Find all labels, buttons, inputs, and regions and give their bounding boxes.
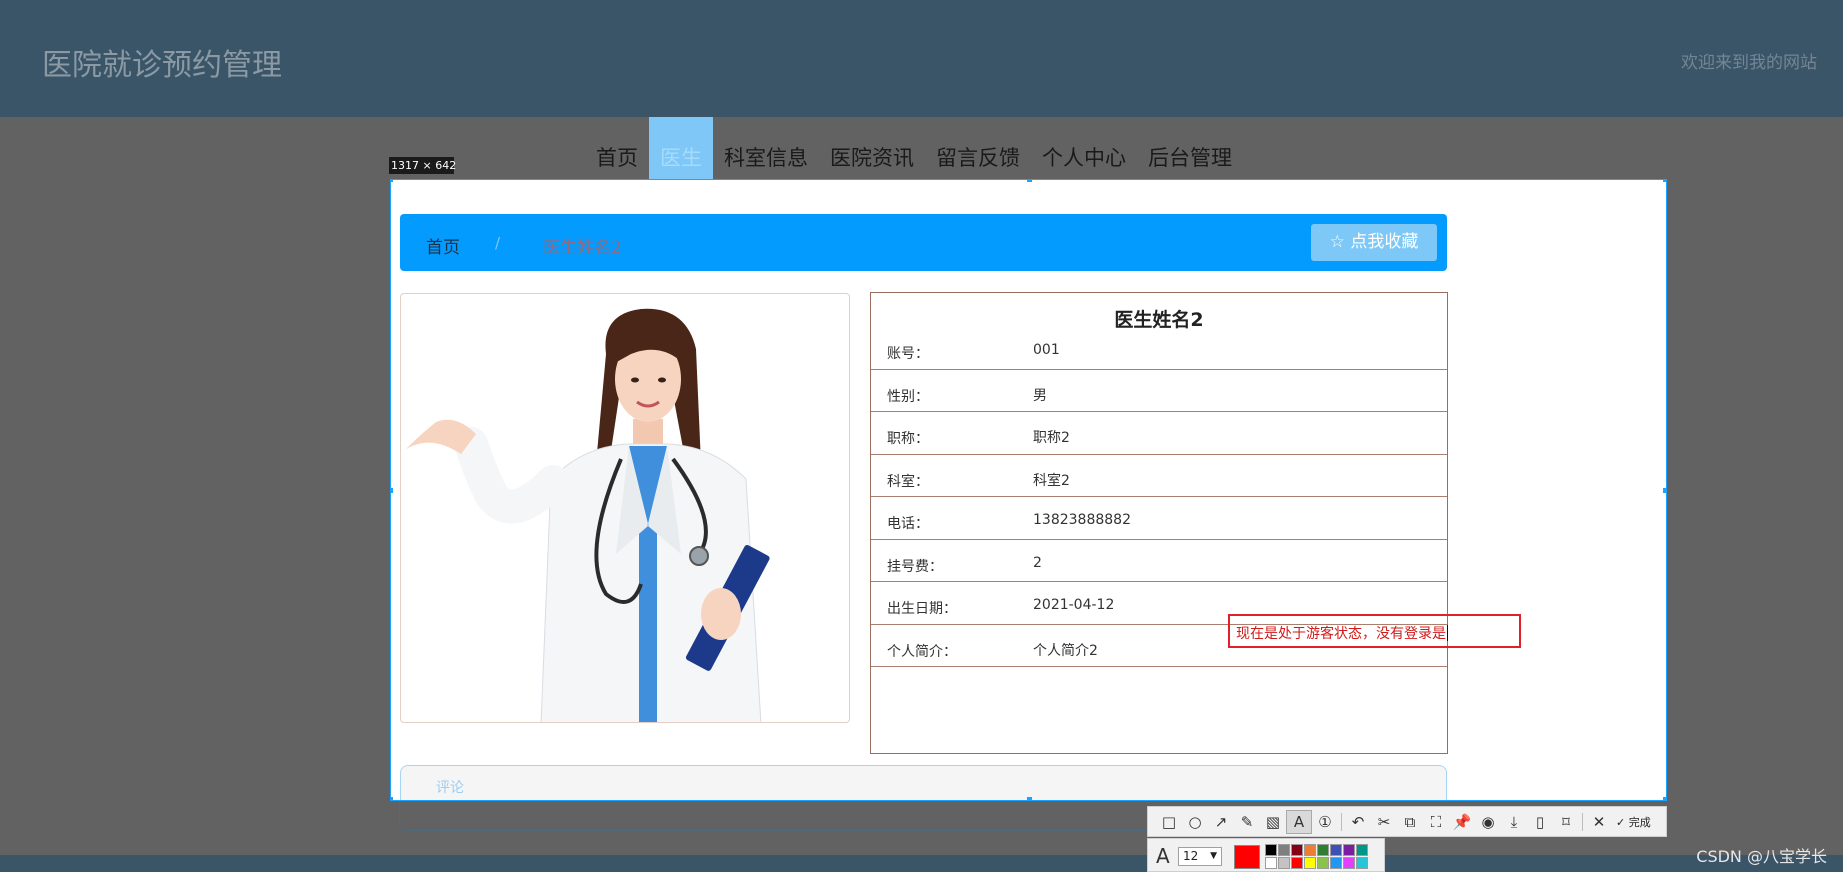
color-swatch[interactable]	[1278, 844, 1290, 856]
color-swatch[interactable]	[1291, 857, 1303, 869]
resize-handle-bottom-left[interactable]	[391, 797, 393, 800]
resize-handle-top-left[interactable]	[391, 180, 393, 182]
color-swatch[interactable]	[1343, 844, 1355, 856]
color-swatch[interactable]	[1304, 857, 1316, 869]
color-swatch[interactable]	[1304, 844, 1316, 856]
color-swatch[interactable]	[1343, 857, 1355, 869]
long-screenshot-icon[interactable]: ⛶	[1423, 810, 1449, 834]
breadcrumb-current: 医生姓名2	[543, 238, 622, 258]
favorite-button[interactable]: ☆ 点我收藏	[1311, 224, 1437, 261]
rectangle-icon[interactable]: □	[1156, 810, 1182, 834]
info-value: 职称2	[1033, 430, 1070, 446]
screenshot-toolbar: □ ○ ↗ ✎ ▧ A ① ↶ ✂ ⧉ ⛶ 📌 ◉ ⤓ ▯ ⌑ ✕ ✓ 完成	[1147, 806, 1667, 837]
info-row: 职称： 职称2	[871, 412, 1447, 455]
info-label: 电话：	[887, 516, 929, 532]
color-swatch[interactable]	[1265, 857, 1277, 869]
breadcrumb: 首页 / 医生姓名2 ☆ 点我收藏	[400, 214, 1447, 271]
info-row: 账号： 001	[871, 327, 1447, 370]
text-caret	[1447, 625, 1448, 641]
info-value: 2	[1033, 554, 1042, 571]
info-value: 2021-04-12	[1033, 597, 1115, 613]
done-button[interactable]: ✓ 完成	[1616, 810, 1651, 834]
color-swatch[interactable]	[1278, 857, 1290, 869]
color-swatch[interactable]	[1356, 844, 1368, 856]
comments-label: 评论	[436, 780, 464, 796]
resize-handle-top[interactable]	[1027, 180, 1032, 182]
cut-icon[interactable]: ✂	[1371, 810, 1397, 834]
site-header: 医院就诊预约管理 欢迎来到我的网站	[0, 0, 1843, 117]
color-swatch[interactable]	[1330, 857, 1342, 869]
font-size-select[interactable]: 12 ▼	[1178, 847, 1222, 866]
font-icon: A	[1156, 844, 1170, 868]
info-row: 电话： 13823888882	[871, 497, 1447, 540]
close-icon[interactable]: ✕	[1586, 810, 1612, 834]
doctor-photo	[400, 293, 850, 723]
chevron-down-icon: ▼	[1210, 851, 1217, 861]
color-swatch[interactable]	[1265, 844, 1277, 856]
toolbar-separator	[1341, 812, 1342, 831]
resize-handle-left[interactable]	[391, 488, 393, 493]
ocr-icon[interactable]: ⧉	[1397, 810, 1423, 834]
doctor-illustration	[406, 308, 770, 722]
color-swatch[interactable]	[1291, 844, 1303, 856]
breadcrumb-separator: /	[495, 234, 501, 252]
info-label: 个人简介：	[887, 643, 957, 660]
pen-icon[interactable]: ✎	[1234, 810, 1260, 834]
color-palette	[1265, 844, 1368, 869]
undo-icon[interactable]: ↶	[1345, 810, 1371, 834]
info-value: 001	[1033, 342, 1060, 358]
current-color-swatch[interactable]	[1234, 845, 1260, 869]
comments-section: 评论	[400, 765, 1447, 800]
site-title: 医院就诊预约管理	[42, 48, 282, 83]
text-annotation-box[interactable]: 现在是处于游客状态，没有登录是	[1228, 614, 1521, 648]
color-swatch[interactable]	[1356, 857, 1368, 869]
watermark: CSDN @八宝学长	[1696, 847, 1827, 866]
info-label: 科室：	[887, 473, 929, 490]
text-style-toolbar: A 12 ▼	[1147, 838, 1385, 872]
info-row: 科室： 科室2	[871, 455, 1447, 497]
mosaic-icon[interactable]: ▧	[1260, 810, 1286, 834]
resize-handle-bottom-right[interactable]	[1663, 797, 1666, 800]
text-icon[interactable]: A	[1286, 809, 1312, 834]
info-label: 职称：	[887, 431, 929, 447]
bookmark-icon[interactable]: ⌑	[1553, 810, 1579, 834]
doctor-info-panel: 医生姓名2 账号： 001 性别：男职称： 职称2 科室： 科室2 电话： 138238888…	[870, 292, 1448, 754]
info-value: 男	[1033, 387, 1047, 404]
download-icon[interactable]: ⤓	[1501, 810, 1527, 834]
color-swatch[interactable]	[1317, 857, 1329, 869]
info-row: 挂号费： 2	[871, 540, 1447, 582]
info-value: 个人简介2	[1033, 642, 1098, 659]
info-value: 科室2	[1033, 472, 1070, 489]
capture-region[interactable]: 首页 / 医生姓名2 ☆ 点我收藏 医生姓名2 账号： 001 性别： 男 职称…	[390, 179, 1667, 801]
breadcrumb-home-link[interactable]: 首页	[426, 233, 460, 258]
info-row: 性别： 男	[871, 370, 1447, 412]
pin-icon[interactable]: 📌	[1449, 810, 1475, 834]
color-swatch[interactable]	[1317, 844, 1329, 856]
info-label: 性别：	[887, 388, 929, 405]
arrow-icon[interactable]: ↗	[1208, 810, 1234, 834]
annotation-text[interactable]: 现在是处于游客状态，没有登录是	[1236, 623, 1448, 643]
ellipse-icon[interactable]: ○	[1182, 810, 1208, 834]
record-icon[interactable]: ◉	[1475, 810, 1501, 834]
number-icon[interactable]: ①	[1312, 810, 1338, 834]
welcome-text: 欢迎来到我的网站	[1681, 53, 1817, 73]
capture-size-label: 1317 × 642	[389, 157, 457, 174]
color-swatch[interactable]	[1330, 844, 1342, 856]
info-label: 账号：	[887, 346, 929, 362]
info-value: 13823888882	[1033, 512, 1131, 528]
toolbar-separator	[1582, 812, 1583, 831]
site-footer	[0, 855, 1843, 872]
info-label: 出生日期：	[887, 601, 957, 617]
info-label: 挂号费：	[887, 558, 943, 575]
resize-handle-right[interactable]	[1663, 488, 1666, 493]
phone-icon[interactable]: ▯	[1527, 810, 1553, 834]
resize-handle-top-right[interactable]	[1663, 180, 1666, 182]
